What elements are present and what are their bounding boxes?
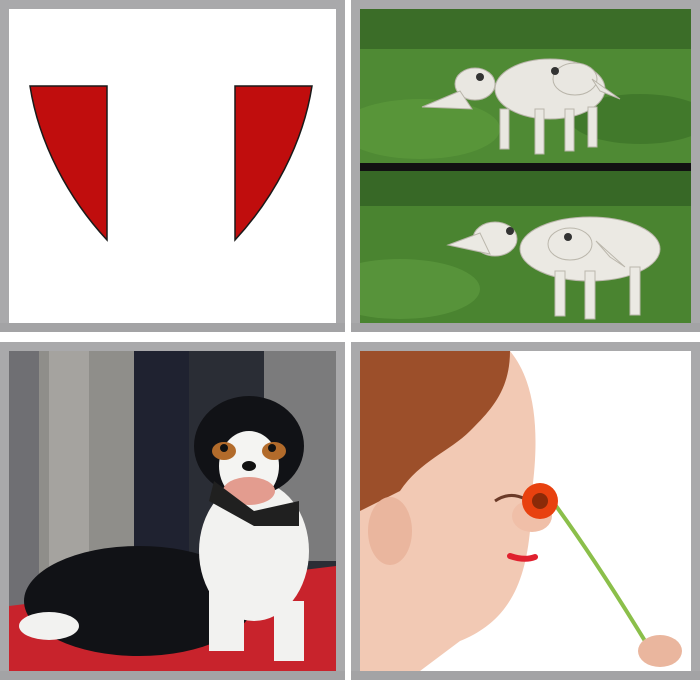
puzzle-board	[0, 0, 700, 680]
dog-photo	[9, 351, 336, 671]
tile-base	[0, 323, 345, 332]
picture-tile-2[interactable]	[351, 0, 700, 332]
picture-two-headed-wolves	[360, 9, 691, 323]
picture-shield-halves	[9, 9, 336, 323]
tile-base	[0, 671, 345, 680]
woman-flower-photo	[360, 351, 691, 671]
tile-base	[351, 671, 700, 680]
picture-woman-smelling-flower	[360, 351, 691, 671]
tile-base	[351, 323, 700, 332]
picture-dog-red-carpet	[9, 351, 336, 671]
shield-halves-illustration	[9, 9, 336, 323]
picture-tile-1[interactable]	[0, 0, 345, 332]
picture-tile-4[interactable]	[351, 342, 700, 680]
wolves-photo	[360, 9, 691, 323]
picture-tile-3[interactable]	[0, 342, 345, 680]
